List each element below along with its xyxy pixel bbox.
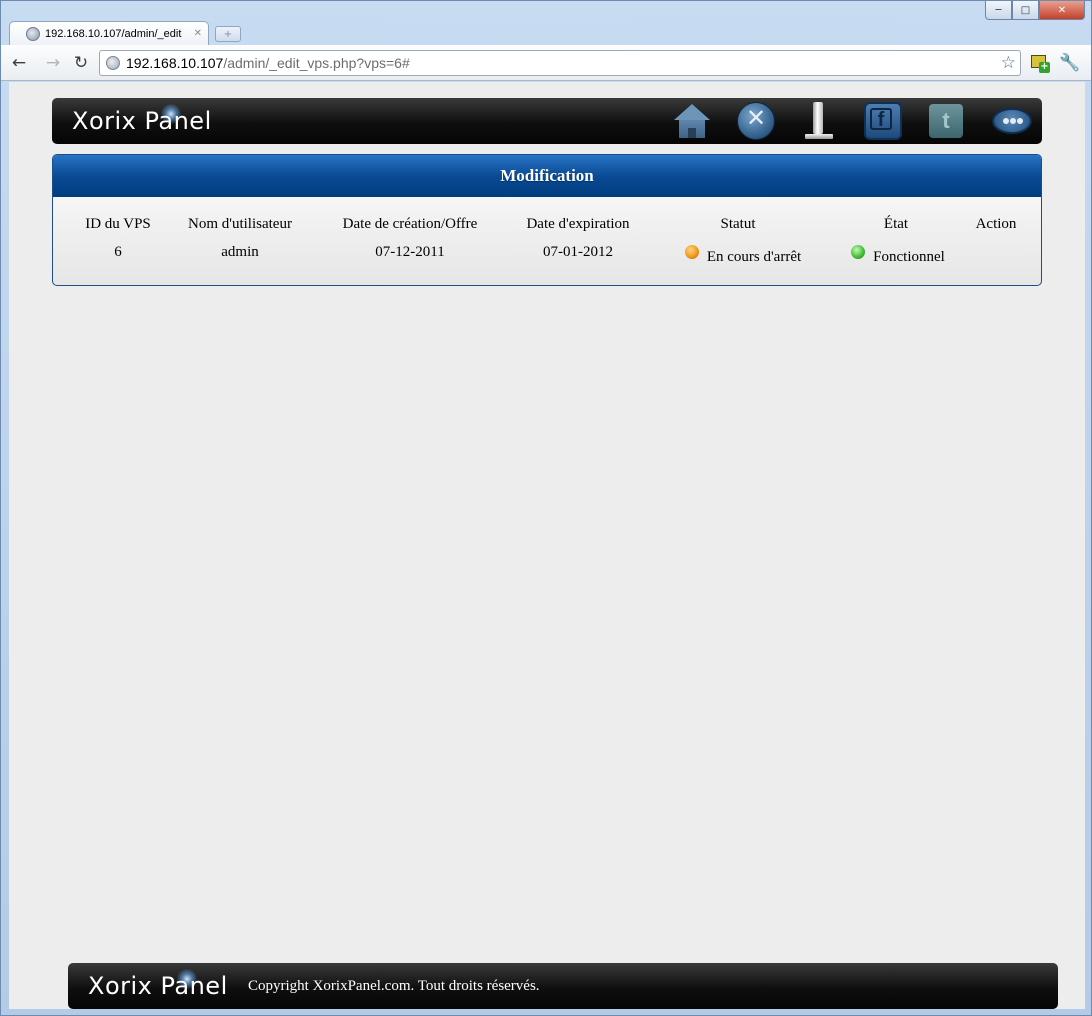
browser-tab[interactable]: 192.168.10.107/admin/_edit ✕ [9, 21, 209, 45]
chat-dot [1003, 118, 1009, 124]
vps-table: ID du VPS Nom d'utilisateur Date de créa… [53, 197, 1041, 285]
twitter-icon[interactable]: t [926, 102, 966, 140]
back-button[interactable]: ← [9, 53, 29, 73]
home-icon[interactable] [672, 102, 712, 140]
url-path: /admin/_edit_vps.php?vps=6# [223, 55, 410, 71]
panel-title: Modification [53, 155, 1041, 197]
forward-button[interactable]: → [43, 53, 63, 73]
browser-toolbar: ← → ↻ 192.168.10.107/admin/_edit_vps.php… [1, 45, 1091, 81]
site-logo[interactable]: Xorix Panel [72, 107, 212, 135]
tools-glyph: ✕ [745, 104, 767, 132]
close-tab-icon[interactable]: ✕ [194, 28, 202, 39]
server-base [805, 134, 833, 139]
column-header-state: État [883, 216, 909, 232]
reload-button[interactable]: ↻ [71, 53, 91, 73]
site-footer: Xorix Panel Copyright XorixPanel.com. To… [68, 963, 1058, 1009]
row-status: En cours d'arrêt [673, 245, 813, 266]
globe-icon [106, 56, 120, 70]
close-window-button[interactable]: ✕ [1039, 1, 1085, 20]
minimize-button[interactable]: ─ [985, 1, 1012, 20]
facebook-icon[interactable]: f [863, 102, 903, 140]
facebook-glyph: f [870, 108, 892, 130]
plus-icon: + [1039, 61, 1050, 73]
chat-dot [1010, 118, 1016, 124]
row-created: 07-12-2011 [375, 244, 445, 260]
browser-window: ─ □ ✕ 192.168.10.107/admin/_edit ✕ + ← →… [0, 0, 1092, 1016]
chat-icon[interactable] [992, 102, 1032, 140]
column-header-id: ID du VPS [85, 216, 151, 232]
bookmark-star-icon[interactable]: ☆ [1001, 53, 1016, 73]
state-dot-icon [851, 245, 866, 259]
new-tab-button[interactable]: + [215, 26, 241, 42]
column-header-expires: Date d'expiration [526, 216, 630, 232]
column-header-username: Nom d'utilisateur [188, 216, 292, 232]
row-expires: 07-01-2012 [543, 244, 613, 260]
page-viewport: Xorix Panel ✕ f t Modification ID du VPS… [9, 82, 1085, 1009]
site-header: Xorix Panel ✕ f t [52, 98, 1042, 144]
column-header-status: Statut [720, 216, 756, 232]
footer-logo: Xorix Panel [88, 972, 228, 1000]
column-header-created: Date de création/Offre [342, 216, 478, 232]
tools-icon[interactable]: ✕ [736, 102, 776, 140]
row-username: admin [221, 244, 259, 260]
row-state-text: Fonctionnel [873, 249, 945, 265]
address-bar[interactable]: 192.168.10.107/admin/_edit_vps.php?vps=6… [99, 50, 1021, 76]
modification-panel: Modification ID du VPS Nom d'utilisateur… [52, 154, 1042, 286]
row-state: Fonctionnel [843, 245, 953, 266]
copyright-text: Copyright XorixPanel.com. Tout droits ré… [248, 978, 540, 994]
home-roof [674, 104, 710, 120]
window-controls: ─ □ ✕ [985, 1, 1085, 20]
tab-strip: 192.168.10.107/admin/_edit ✕ + [9, 21, 241, 45]
extension-icon[interactable]: + [1030, 53, 1050, 73]
maximize-button[interactable]: □ [1012, 1, 1039, 20]
globe-icon [26, 26, 40, 41]
column-header-action: Action [975, 216, 1017, 232]
url-host: 192.168.10.107 [126, 55, 224, 71]
tab-title: 192.168.10.107/admin/_edit [45, 27, 182, 40]
row-id: 6 [114, 244, 122, 260]
server-icon[interactable] [799, 102, 839, 140]
wrench-icon[interactable]: 🔧 [1059, 53, 1080, 73]
chat-dot [1017, 118, 1023, 124]
server-body [813, 102, 823, 134]
home-door [688, 128, 696, 138]
status-dot-icon [684, 245, 699, 259]
twitter-glyph: t [942, 108, 950, 133]
row-status-text: En cours d'arrêt [706, 249, 802, 265]
